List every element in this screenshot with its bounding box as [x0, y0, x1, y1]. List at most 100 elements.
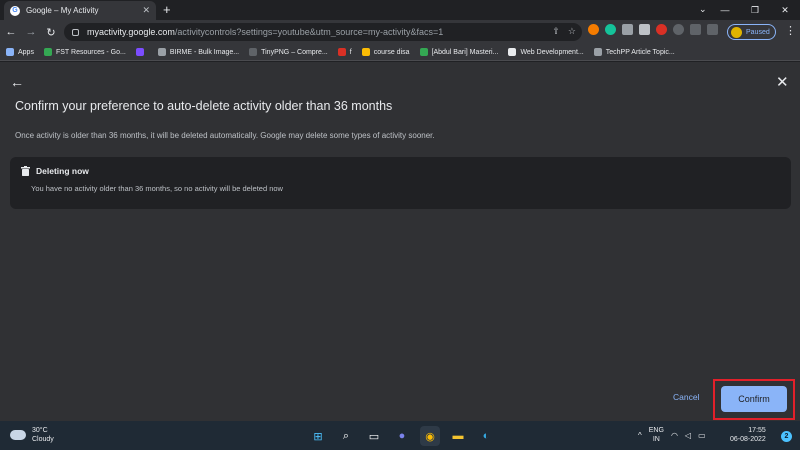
new-tab-button[interactable]: + — [163, 2, 171, 17]
bookmark-favicon-icon — [135, 48, 144, 56]
weather-widget[interactable]: 30°C Cloudy — [10, 426, 54, 444]
restore-icon[interactable]: ❐ — [740, 0, 770, 20]
back-icon[interactable]: ← — [2, 26, 20, 38]
bookmark-item[interactable]: TechPP Article Topic... — [593, 48, 675, 56]
bookmark-favicon-icon — [361, 48, 370, 56]
tab-close-icon[interactable]: ✕ — [142, 5, 150, 16]
temperature: 30°C — [32, 427, 48, 434]
language-indicator[interactable]: ENG IN — [649, 426, 664, 444]
bookmark-item[interactable]: course disa — [361, 48, 410, 56]
avatar — [731, 26, 742, 38]
lang-bottom: IN — [652, 436, 660, 443]
tab-strip: G Google – My Activity ✕ + ⌄ — ❐ ✕ — [0, 0, 800, 20]
lang-top: ENG — [648, 427, 664, 434]
bookmark-favicon-icon — [508, 48, 517, 56]
extension-icon[interactable] — [588, 24, 599, 35]
reload-icon[interactable]: ↻ — [42, 26, 60, 39]
confirm-button[interactable]: Confirm — [721, 386, 787, 412]
bookmark-item[interactable]: Apps — [6, 48, 34, 56]
puzzle-extensions-icon[interactable] — [673, 24, 684, 35]
clock-date: 06-08-2022 — [730, 436, 766, 443]
profile-status: Paused — [746, 28, 770, 36]
windows-taskbar: 30°C Cloudy ⊞ ⌕ ▭ ● ◉ ▬ ◐ ^ ENG IN ◠ ◁ ▭… — [0, 421, 800, 450]
card-text: You have no activity older than 36 month… — [31, 184, 283, 193]
close-icon[interactable]: ✕ — [776, 73, 789, 91]
bookmark-star-icon[interactable]: ☆ — [568, 26, 576, 37]
clock-time: 17:55 — [748, 427, 766, 434]
bookmarks-bar: Apps FST Resources - Go... BIRME - Bulk Im… — [0, 44, 800, 61]
bookmark-favicon-icon — [419, 48, 428, 56]
extension-icon[interactable] — [622, 24, 633, 35]
profile-button[interactable]: Paused — [727, 24, 776, 40]
bookmark-favicon-icon — [157, 48, 166, 56]
bookmark-label: f — [349, 48, 352, 56]
extension-icon[interactable] — [639, 24, 650, 35]
cancel-button[interactable]: Cancel — [673, 392, 699, 402]
google-favicon-icon: G — [10, 5, 20, 16]
bookmark-favicon-icon — [337, 48, 346, 56]
forward-icon[interactable]: → — [22, 26, 40, 38]
bookmark-favicon-icon — [6, 48, 14, 56]
file-explorer-icon[interactable]: ▬ — [448, 426, 468, 446]
bookmark-item[interactable] — [135, 48, 148, 56]
grammarly-icon[interactable] — [605, 24, 616, 35]
tab-my-activity[interactable]: G Google – My Activity ✕ — [4, 1, 156, 20]
bookmark-label: course disa — [373, 48, 410, 56]
bookmark-item[interactable]: TinyPNG – Compre... — [249, 48, 328, 56]
page-description: Once activity is older than 36 months, i… — [15, 131, 435, 140]
back-arrow-icon[interactable]: ← — [10, 74, 24, 90]
bookmark-favicon-icon — [43, 48, 52, 56]
minimize-icon[interactable]: — — [710, 0, 740, 20]
more-menu-icon[interactable]: ⋮ — [785, 24, 796, 37]
side-panel-icon[interactable] — [707, 24, 718, 35]
browser-toolbar: ← → ↻ myactivity.google.com/activitycont… — [0, 20, 800, 44]
adblock-icon[interactable] — [656, 24, 667, 35]
bookmark-item[interactable]: [Abdul Bari] Masteri... — [419, 48, 499, 56]
deleting-now-card: Deleting now You have no activity older … — [10, 157, 791, 209]
search-icon[interactable]: ⌕ — [336, 426, 356, 446]
url-host: myactivity.google.com — [87, 27, 175, 37]
bookmark-label: Apps — [18, 48, 34, 56]
bookmark-item[interactable]: FST Resources - Go... — [43, 48, 126, 56]
url-text: myactivity.google.com/activitycontrols?s… — [87, 27, 443, 37]
tab-title: Google – My Activity — [26, 6, 99, 15]
bookmark-item[interactable]: BIRME - Bulk Image... — [157, 48, 240, 56]
chevron-up-icon[interactable]: ^ — [638, 431, 642, 440]
card-title: Deleting now — [36, 166, 89, 176]
chrome-icon[interactable]: ◉ — [420, 426, 440, 446]
bookmark-label: TechPP Article Topic... — [605, 48, 675, 56]
weather-text: 30°C Cloudy — [32, 426, 54, 444]
address-bar[interactable]: myactivity.google.com/activitycontrols?s… — [64, 23, 582, 41]
notification-badge[interactable]: 2 — [781, 431, 792, 442]
page-title: Confirm your preference to auto-delete a… — [15, 99, 393, 113]
omnibox-actions: ⇪ ☆ — [552, 26, 576, 37]
bookmark-favicon-icon — [593, 48, 602, 56]
bookmark-label: TinyPNG – Compre... — [261, 48, 328, 56]
auto-delete-confirm-page: ← ✕ Confirm your preference to auto-dele… — [0, 62, 800, 421]
extensions-bar — [588, 24, 718, 35]
cloud-icon — [10, 430, 26, 440]
share-icon[interactable]: ⇪ — [552, 26, 560, 37]
battery-icon[interactable]: ▭ — [698, 431, 706, 440]
window-controls: — ❐ ✕ — [710, 0, 800, 20]
bookmark-label: Web Development... — [520, 48, 584, 56]
edge-icon[interactable]: ◐ — [476, 426, 496, 446]
clock[interactable]: 17:55 06-08-2022 — [730, 426, 766, 444]
volume-icon[interactable]: ◁ — [685, 431, 691, 440]
tab-search-icon[interactable]: ⌄ — [699, 4, 707, 15]
reading-list-icon[interactable] — [690, 24, 701, 35]
taskbar-apps: ⊞ ⌕ ▭ ● ◉ ▬ ◐ — [308, 426, 496, 446]
bookmark-label: [Abdul Bari] Masteri... — [431, 48, 499, 56]
lock-icon[interactable] — [72, 28, 79, 36]
system-tray: ^ ENG IN ◠ ◁ ▭ — [638, 426, 706, 444]
bookmark-item[interactable]: Web Development... — [508, 48, 584, 56]
bookmark-label: BIRME - Bulk Image... — [169, 48, 240, 56]
teams-chat-icon[interactable]: ● — [392, 426, 412, 446]
bookmark-favicon-icon — [249, 48, 258, 56]
window-close-icon[interactable]: ✕ — [770, 0, 800, 20]
task-view-icon[interactable]: ▭ — [364, 426, 384, 446]
url-path: /activitycontrols?settings=youtube&utm_s… — [174, 27, 444, 37]
start-windows-icon[interactable]: ⊞ — [308, 426, 328, 446]
bookmark-item[interactable]: f — [337, 48, 352, 56]
wifi-icon[interactable]: ◠ — [671, 431, 678, 440]
